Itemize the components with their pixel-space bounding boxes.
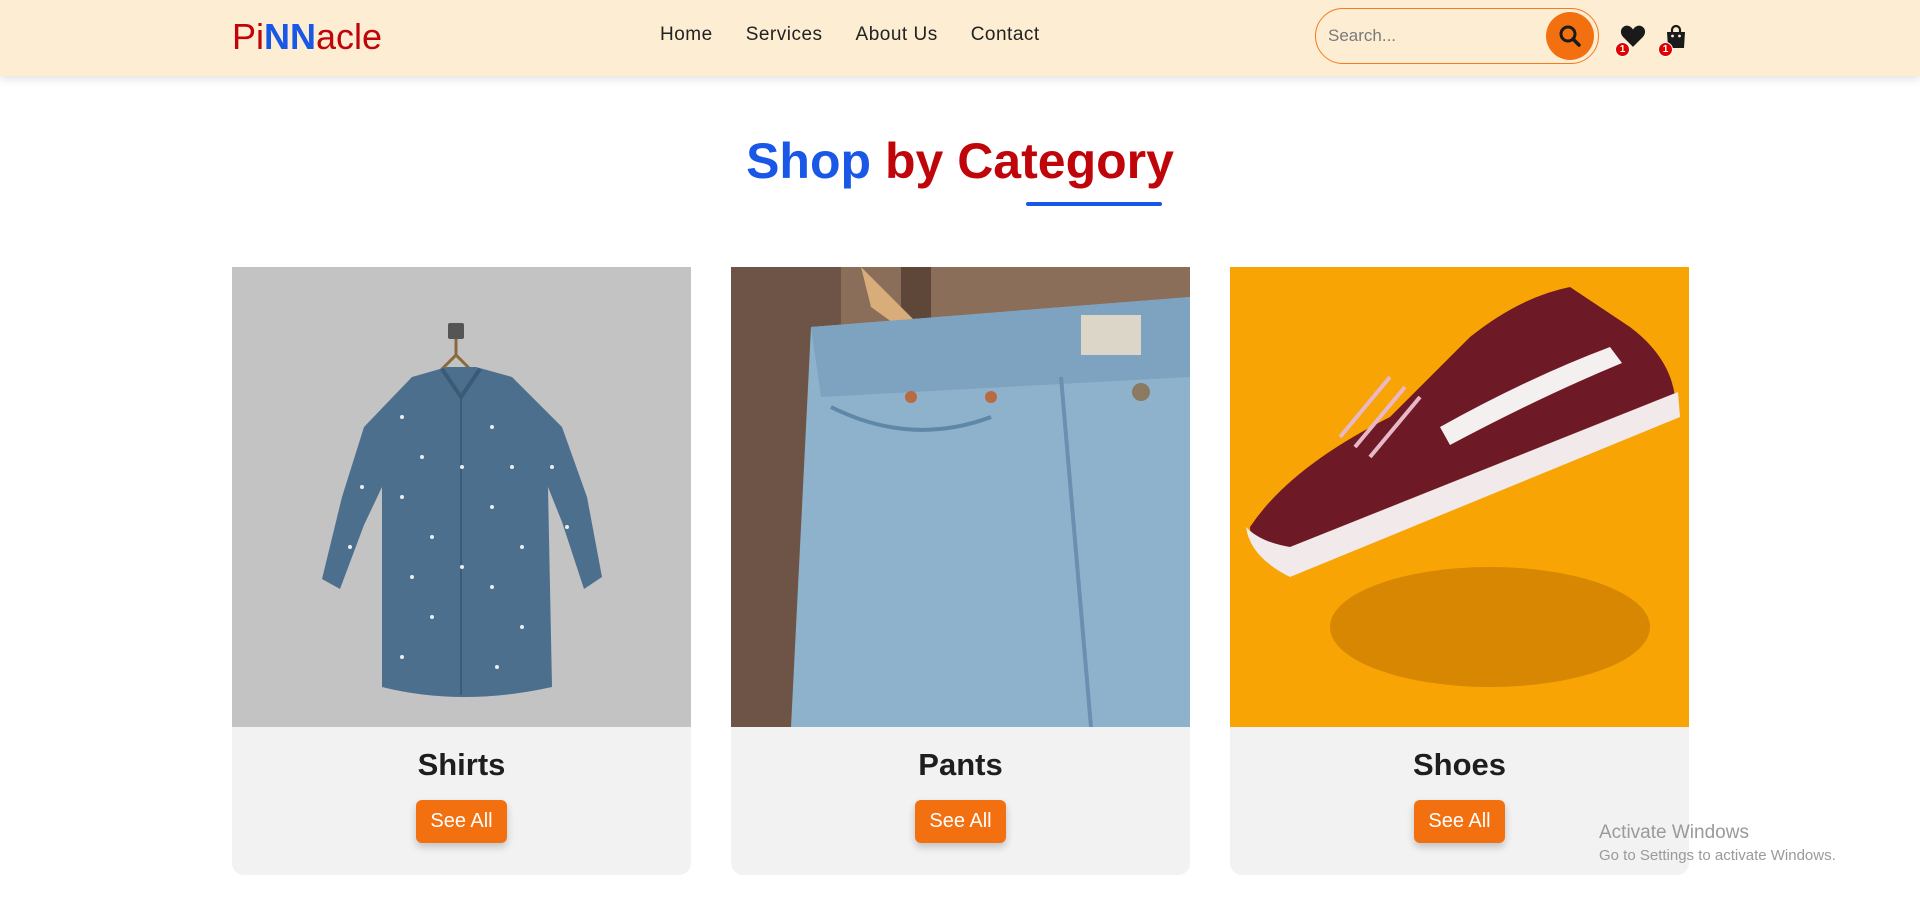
logo-part-1: Pi: [232, 16, 265, 57]
search-box: [1315, 8, 1599, 64]
pants-image[interactable]: [731, 267, 1190, 727]
nav-link-contact[interactable]: Contact: [971, 24, 1040, 46]
category-card-shirts: Shirts See All: [232, 267, 691, 875]
wishlist-count-badge: 1: [1615, 42, 1630, 57]
wishlist-button[interactable]: 1: [1615, 24, 1646, 57]
search-input[interactable]: [1328, 19, 1528, 53]
see-all-shirts-button[interactable]: See All: [416, 800, 507, 843]
section-title-part-2: by Category: [884, 133, 1174, 189]
activate-windows-title: Activate Windows: [1599, 822, 1749, 843]
logo-part-3: acle: [316, 16, 383, 57]
shirt-image[interactable]: [232, 267, 691, 727]
nav-link-about-us[interactable]: About Us: [856, 24, 938, 46]
category-name: Pants: [918, 747, 1003, 782]
logo-part-2: NN: [264, 16, 317, 57]
section-title-part-1: Shop: [746, 133, 872, 189]
section-title: Shop by Category: [0, 132, 1920, 190]
title-underline: [1026, 202, 1162, 206]
cart-count-badge: 1: [1658, 42, 1673, 57]
nav-link-services[interactable]: Services: [746, 24, 823, 46]
see-all-pants-button[interactable]: See All: [915, 800, 1006, 843]
navbar: PiNNacle Home Services About Us Contact …: [0, 0, 1920, 76]
nav-link-home[interactable]: Home: [660, 24, 713, 46]
category-name: Shoes: [1412, 747, 1507, 782]
cart-button[interactable]: 1: [1658, 24, 1690, 57]
logo[interactable]: PiNNacle: [232, 16, 382, 58]
search-icon: [1559, 25, 1581, 47]
category-card-shoes: Shoes See All: [1230, 267, 1689, 875]
activate-windows-subtitle: Go to Settings to activate Windows.: [1599, 847, 1836, 864]
main-nav: Home Services About Us Contact: [660, 24, 1040, 46]
shoes-image[interactable]: [1230, 267, 1689, 727]
see-all-shoes-button[interactable]: See All: [1414, 800, 1505, 843]
category-card-pants: Pants See All: [731, 267, 1190, 875]
category-name: Shirts: [417, 747, 506, 782]
search-button[interactable]: [1546, 12, 1594, 60]
